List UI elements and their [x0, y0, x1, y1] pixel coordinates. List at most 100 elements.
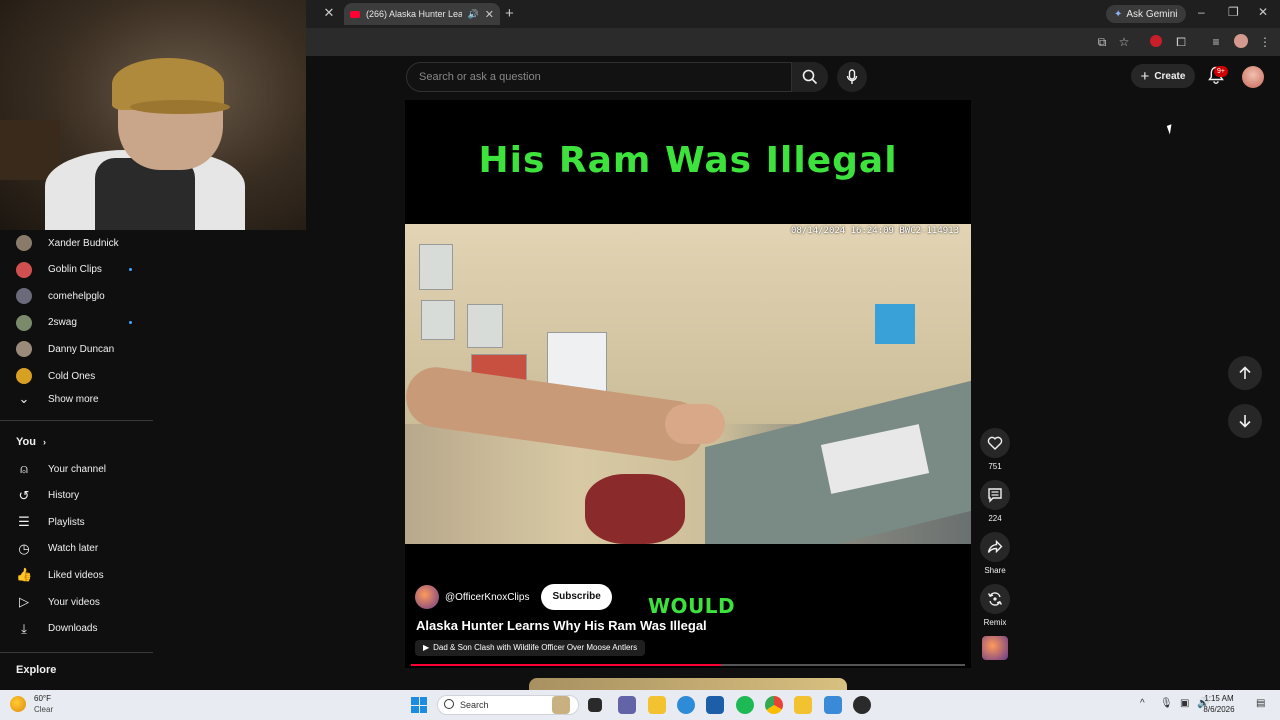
sidebar-item-liked-videos[interactable]: 👍 Liked videos: [0, 562, 155, 588]
remix-button[interactable]: [980, 584, 1010, 614]
remix-action[interactable]: Remix: [980, 584, 1010, 627]
subscribe-button[interactable]: Subscribe: [541, 584, 612, 610]
sidebar-subscription-item[interactable]: Danny Duncan: [0, 336, 155, 362]
weather-condition[interactable]: Clear: [34, 705, 53, 714]
active-tab[interactable]: (266) Alaska Hunter Learns 🔊 ✕: [344, 3, 500, 25]
sidebar-item-your-videos[interactable]: ▷ Your videos: [0, 589, 155, 615]
channel-avatar: [16, 288, 32, 305]
heart-icon: [987, 436, 1003, 450]
play-icon: ▶: [423, 643, 430, 652]
search-input[interactable]: Search or ask a question: [406, 62, 792, 92]
ask-gemini-button[interactable]: ✦ Ask Gemini: [1106, 5, 1186, 23]
channel-name[interactable]: @OfficerKnoxClips: [445, 592, 529, 603]
windows-start-icon[interactable]: [411, 697, 427, 713]
show-more-button[interactable]: ⌄ Show more: [0, 386, 155, 412]
edge-icon[interactable]: [677, 696, 695, 714]
store-icon[interactable]: [706, 696, 724, 714]
arrow-up-icon: [1239, 366, 1251, 379]
search-icon: [802, 69, 818, 85]
notification-center-icon[interactable]: ▤: [1256, 698, 1265, 709]
tab-title: (266) Alaska Hunter Learns: [366, 9, 462, 19]
microphone-tray-icon[interactable]: 🎙: [1160, 698, 1173, 709]
next-short-button[interactable]: [1228, 404, 1262, 438]
window-close-icon[interactable]: ✕: [1258, 5, 1268, 19]
new-content-dot: [129, 268, 132, 272]
comments-action[interactable]: 224: [980, 480, 1010, 523]
install-app-icon[interactable]: ⧉: [1094, 34, 1110, 50]
show-hidden-icons-icon[interactable]: ^: [1140, 698, 1145, 709]
widget-thumbnail-icon[interactable]: [552, 696, 570, 714]
speaker-icon[interactable]: 🔊: [468, 9, 479, 20]
obs-icon[interactable]: [853, 696, 871, 714]
bodycam-timestamp: 08/14/2024 16:24:09 BWC2-114913: [791, 226, 959, 236]
search-button[interactable]: [792, 62, 828, 92]
channel-avatar[interactable]: [415, 585, 439, 609]
media-controls-icon[interactable]: ≡: [1208, 34, 1224, 50]
sidebar: Xander Budnick Goblin Clips comehelpglo 2sw…: [0, 230, 155, 690]
microphone-icon: [846, 69, 858, 84]
sidebar-subscription-item[interactable]: comehelpglo: [0, 283, 155, 309]
subscription-label: Goblin Clips: [48, 264, 102, 276]
bookmark-star-icon[interactable]: ☆: [1116, 34, 1132, 50]
restore-icon[interactable]: ❐: [1228, 5, 1239, 19]
sidebar-item-playlists[interactable]: ☰ Playlists: [0, 509, 155, 535]
app-bolt-icon[interactable]: [794, 696, 812, 714]
sidebar-subscription-item[interactable]: Goblin Clips: [0, 257, 155, 283]
weather-moon-icon[interactable]: [10, 696, 26, 712]
share-action[interactable]: Share: [980, 532, 1010, 575]
person-icon: ⍝: [20, 461, 28, 476]
gemini-spark-icon: ✦: [1114, 8, 1123, 20]
you-header[interactable]: You ›: [16, 436, 46, 448]
close-tab-icon[interactable]: ✕: [322, 6, 336, 20]
sidebar-item-your-channel[interactable]: ⍝ Your channel: [0, 456, 155, 482]
sidebar-item-label: Your channel: [48, 463, 107, 475]
task-view-icon[interactable]: [588, 698, 602, 712]
next-short-preview[interactable]: [529, 678, 847, 690]
photos-icon[interactable]: [824, 696, 842, 714]
teams-icon[interactable]: [618, 696, 636, 714]
audio-source-avatar[interactable]: [982, 636, 1008, 660]
extension-red-icon[interactable]: [1150, 35, 1162, 47]
like-button[interactable]: [980, 428, 1010, 458]
spotify-icon[interactable]: [736, 696, 754, 714]
browser-menu-icon[interactable]: ⋮: [1257, 34, 1273, 50]
sidebar-item-history[interactable]: ↺ History: [0, 483, 155, 509]
new-tab-icon[interactable]: +: [505, 5, 514, 22]
show-more-label: Show more: [48, 393, 99, 405]
minimize-icon[interactable]: –: [1198, 5, 1205, 19]
suggested-video-pill[interactable]: ▶ Dad & Son Clash with Wildlife Officer …: [415, 640, 646, 656]
channel-avatar: [16, 235, 32, 251]
share-button[interactable]: [980, 532, 1010, 562]
file-explorer-icon[interactable]: [648, 696, 666, 714]
sidebar-subscription-item[interactable]: 2swag: [0, 310, 155, 336]
weather-temperature[interactable]: 60°F: [34, 694, 51, 703]
network-icon[interactable]: ▣: [1180, 698, 1189, 709]
account-avatar[interactable]: [1242, 66, 1264, 88]
sidebar-item-watch-later[interactable]: ◷ Watch later: [0, 536, 155, 562]
history-icon: ↺: [18, 487, 30, 503]
chevron-down-icon: ⌄: [18, 391, 30, 406]
browser-toolbar: ⧉ ☆ ⧠ ≡ ⋮: [306, 28, 1280, 56]
clock-time[interactable]: 1:15 AM: [1194, 694, 1244, 703]
extensions-puzzle-icon[interactable]: ⧠: [1173, 34, 1189, 50]
share-label: Share: [984, 566, 1006, 575]
playlists-icon: ☰: [18, 514, 30, 530]
comments-button[interactable]: [980, 480, 1010, 510]
sidebar-item-downloads[interactable]: ⤓ Downloads: [0, 616, 155, 642]
short-player[interactable]: His Ram Was Illegal 08/14/2024 16:24:09 …: [405, 100, 971, 668]
divider: [0, 420, 153, 421]
previous-short-button[interactable]: [1228, 356, 1262, 390]
clock-date[interactable]: 8/6/2026: [1194, 705, 1244, 714]
short-title[interactable]: Alaska Hunter Learns Why His Ram Was Ill…: [416, 618, 707, 633]
like-action[interactable]: 751: [980, 428, 1010, 471]
sidebar-subscription-item[interactable]: Xander Budnick: [0, 230, 155, 256]
tab-close-icon[interactable]: ✕: [485, 8, 494, 21]
profile-avatar[interactable]: [1234, 34, 1248, 48]
voice-search-button[interactable]: [837, 62, 867, 92]
chrome-icon[interactable]: [765, 696, 783, 714]
create-button[interactable]: + Create: [1131, 64, 1195, 88]
remix-icon: [987, 592, 1003, 606]
subscription-label: Xander Budnick: [48, 237, 119, 249]
video-frame[interactable]: 08/14/2024 16:24:09 BWC2-114913: [405, 224, 971, 544]
webcam-overlay: [0, 0, 306, 230]
